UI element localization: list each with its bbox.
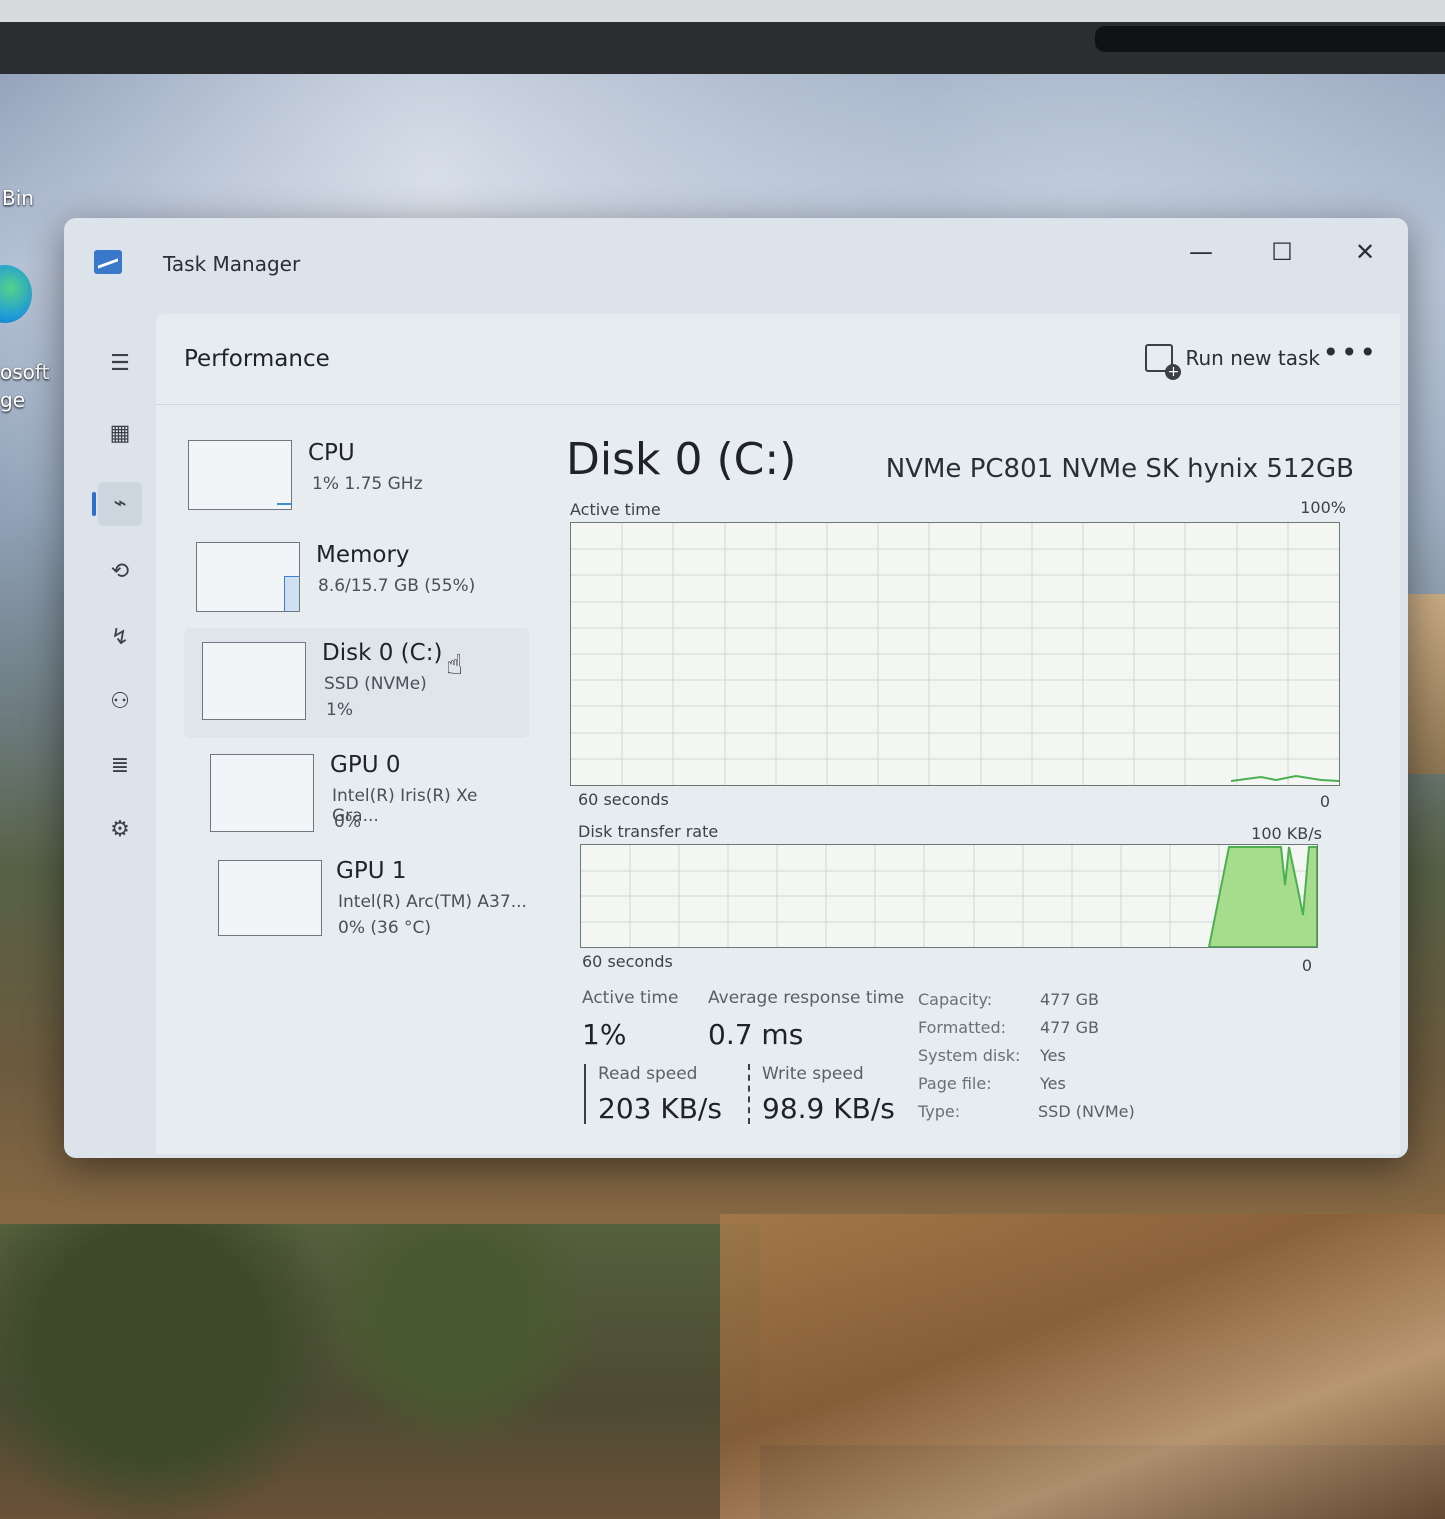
performance-icon[interactable]: ⌁ — [98, 482, 142, 526]
detail-title: Disk 0 (C:) — [566, 434, 797, 485]
device-name: GPU 1 — [336, 858, 407, 884]
page-title: Performance — [184, 346, 330, 372]
window-title: Task Manager — [163, 252, 301, 276]
device-stat: 0% (36 °C) — [338, 918, 432, 938]
transfer-graph-min: 0 — [1301, 956, 1312, 975]
read-speed-label: Read speed — [598, 1064, 698, 1084]
read-speed-value: 203 KB/s — [598, 1092, 722, 1125]
navigation-rail: ☰ ▦ ⌁ ⟲ ↯ ⚇ ≣ ⚙ — [84, 328, 156, 1128]
active-time-graph-min: 0 — [1319, 792, 1330, 811]
device-name: GPU 0 — [330, 752, 401, 778]
device-stat: 8.6/15.7 GB (55%) — [318, 576, 476, 596]
run-new-task-label: Run new task — [1185, 346, 1320, 370]
desktop-icon-recycle-bin-label[interactable]: Bin — [2, 186, 34, 210]
prop-capacity-value: 477 GB — [1040, 990, 1099, 1009]
more-options-icon[interactable]: ••• — [1322, 336, 1378, 369]
device-name: Disk 0 (C:) — [322, 640, 443, 666]
task-manager-app-icon — [94, 250, 122, 274]
screen-top-edge — [0, 0, 1445, 22]
users-icon[interactable]: ⚇ — [98, 680, 142, 724]
performance-page: Performance Run new task ••• CPU 1% 1.75… — [156, 314, 1400, 1154]
disk-transfer-graph — [580, 844, 1318, 948]
device-item-gpu-1[interactable]: GPU 1 Intel(R) Arc(TM) A37... 0% (36 °C) — [184, 850, 529, 950]
device-stat: 0% — [334, 812, 361, 832]
device-stat: 1% — [326, 700, 353, 720]
prop-page-file-value: Yes — [1040, 1074, 1066, 1093]
device-model: Intel(R) Iris(R) Xe Gra... — [332, 786, 478, 826]
transfer-graph-duration: 60 seconds — [582, 952, 673, 971]
memory-fill — [284, 576, 299, 611]
prop-system-disk-key: System disk: — [918, 1046, 1021, 1065]
transfer-graph-label: Disk transfer rate — [578, 822, 719, 841]
wallpaper-cliff — [720, 1214, 1445, 1519]
device-item-cpu[interactable]: CPU 1% 1.75 GHz — [184, 424, 529, 524]
prop-system-disk-value: Yes — [1040, 1046, 1066, 1065]
device-type: SSD (NVMe) — [324, 674, 427, 694]
prop-type-key: Type: — [918, 1102, 961, 1121]
write-speed-value: 98.9 KB/s — [762, 1092, 895, 1125]
transfer-graph-max: 100 KB/s — [1251, 824, 1322, 843]
device-name: Memory — [316, 542, 410, 568]
disk-model: NVMe PC801 NVMe SK hynix 512GB — [885, 454, 1354, 484]
device-item-memory[interactable]: Memory 8.6/15.7 GB (55%) — [184, 528, 529, 628]
prop-page-file-key: Page file: — [918, 1074, 992, 1093]
gpu1-thumbnail-graph — [218, 860, 322, 936]
device-name: CPU — [308, 440, 355, 466]
active-time-graph-max: 100% — [1300, 498, 1346, 517]
wallpaper-trees — [0, 1224, 760, 1519]
hamburger-menu-icon[interactable]: ☰ — [98, 342, 142, 386]
processes-icon[interactable]: ▦ — [98, 412, 142, 456]
active-time-graph-duration: 60 seconds — [578, 790, 669, 809]
avg-response-label: Average response time — [708, 988, 905, 1008]
prop-capacity-key: Capacity: — [918, 990, 993, 1009]
transfer-graph-svg — [581, 845, 1317, 947]
minimize-button[interactable]: — — [1176, 232, 1226, 272]
prop-type-value: SSD (NVMe) — [1038, 1102, 1135, 1121]
prop-formatted-key: Formatted: — [918, 1018, 1007, 1037]
run-task-icon — [1145, 344, 1182, 380]
services-icon[interactable]: ⚙ — [98, 808, 142, 852]
active-time-line — [1230, 774, 1339, 782]
device-stat: 1% 1.75 GHz — [312, 474, 423, 494]
startup-apps-icon[interactable]: ↯ — [98, 616, 142, 660]
device-list: CPU 1% 1.75 GHz Memory 8.6/15.7 GB (55%)… — [184, 424, 529, 944]
avg-response-value: 0.7 ms — [708, 1018, 804, 1051]
header-divider — [156, 404, 1400, 405]
memory-thumbnail-graph — [196, 542, 300, 612]
task-manager-window: Task Manager — ☐ ✕ ☰ ▦ ⌁ ⟲ ↯ ⚇ ≣ ⚙ ⚙ Per… — [64, 218, 1408, 1158]
close-button[interactable]: ✕ — [1340, 232, 1390, 272]
app-history-icon[interactable]: ⟲ — [98, 550, 142, 594]
run-new-task-button[interactable]: Run new task — [1145, 340, 1320, 380]
write-divider — [748, 1064, 750, 1124]
title-bar[interactable]: Task Manager — ☐ ✕ — [64, 218, 1408, 313]
device-item-disk-0[interactable]: Disk 0 (C:) SSD (NVMe) 1% — [184, 628, 529, 738]
read-divider — [584, 1064, 586, 1124]
prop-formatted-value: 477 GB — [1040, 1018, 1099, 1037]
device-model: Intel(R) Arc(TM) A37... — [338, 892, 527, 912]
write-speed-label: Write speed — [762, 1064, 864, 1084]
active-nav-indicator — [92, 492, 96, 516]
disk-detail-pane: Disk 0 (C:) NVMe PC801 NVMe SK hynix 512… — [554, 424, 1374, 1144]
maximize-button[interactable]: ☐ — [1257, 232, 1307, 272]
desktop-icon-edge-label-1[interactable]: osoft — [0, 360, 49, 384]
disk-thumbnail-graph — [202, 642, 306, 720]
gpu0-thumbnail-graph — [210, 754, 314, 832]
active-time-stat-value: 1% — [582, 1018, 627, 1051]
active-time-graph — [570, 522, 1340, 786]
details-icon[interactable]: ≣ — [98, 744, 142, 788]
camera-bar — [1095, 26, 1445, 52]
device-item-gpu-0[interactable]: GPU 0 Intel(R) Iris(R) Xe Gra... 0% — [184, 742, 529, 842]
desktop-icon-edge-label-2[interactable]: ge — [0, 388, 25, 412]
active-time-stat-label: Active time — [582, 988, 679, 1008]
active-time-graph-svg — [571, 523, 1339, 785]
transfer-area — [1207, 846, 1317, 947]
cpu-thumbnail-graph — [188, 440, 292, 510]
hand-cursor-icon: ☝ — [446, 648, 464, 681]
active-time-graph-label: Active time — [570, 500, 661, 519]
